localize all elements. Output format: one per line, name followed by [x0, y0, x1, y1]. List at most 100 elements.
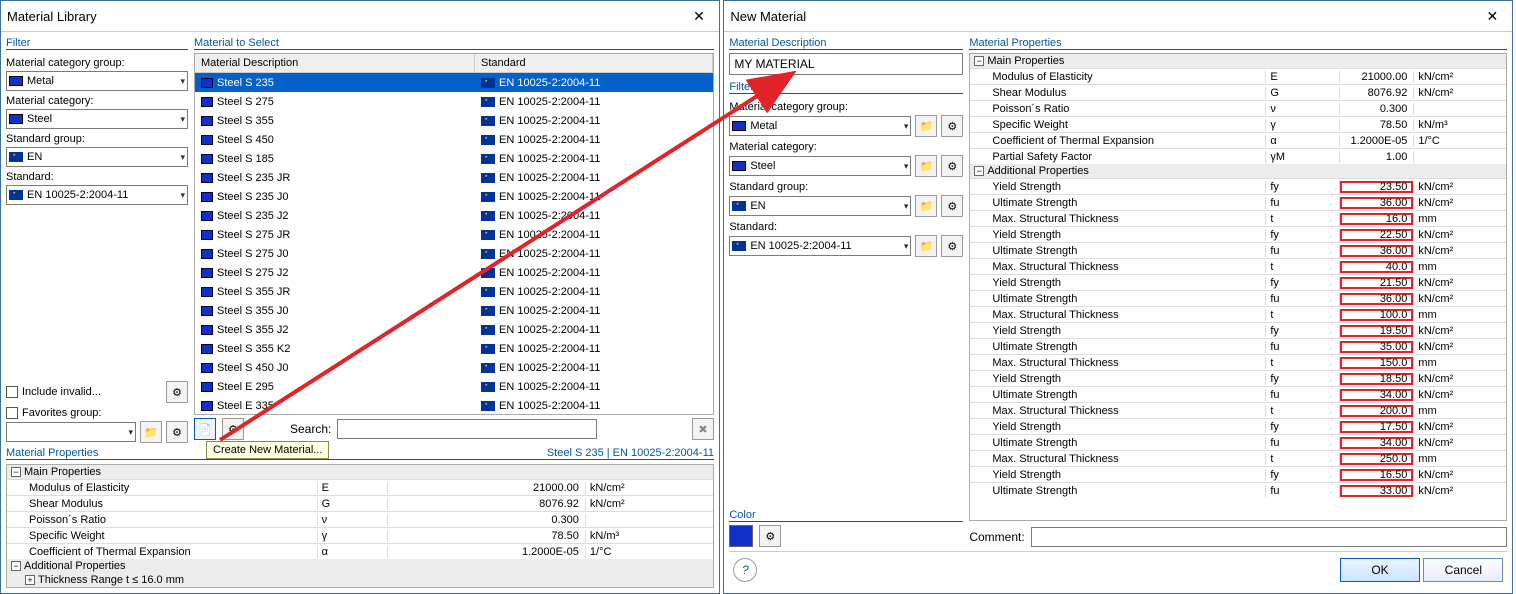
- table-row[interactable]: Steel E 295EN 10025-2:2004-11: [195, 377, 713, 396]
- help-icon[interactable]: ?: [733, 558, 757, 582]
- table-row[interactable]: Steel S 450EN 10025-2:2004-11: [195, 130, 713, 149]
- table-row[interactable]: Steel S 235 J2EN 10025-2:2004-11: [195, 206, 713, 225]
- comment-input[interactable]: [1031, 527, 1508, 547]
- table-row[interactable]: Steel S 355 JREN 10025-2:2004-11: [195, 282, 713, 301]
- material-library-dialog: Material Library ✕ Filter Material categ…: [0, 0, 720, 594]
- table-row[interactable]: Steel S 275 J2EN 10025-2:2004-11: [195, 263, 713, 282]
- cancel-button[interactable]: Cancel: [1423, 558, 1503, 582]
- property-row[interactable]: Poisson´s Ratioν0.300: [970, 100, 1506, 116]
- table-row[interactable]: Steel S 355EN 10025-2:2004-11: [195, 111, 713, 130]
- std-combo[interactable]: EN 10025-2:2004-11▾: [729, 236, 911, 256]
- property-row[interactable]: Max. Structural Thicknesst40.0mm: [970, 258, 1506, 274]
- cat-edit-icon[interactable]: ⚙: [941, 155, 963, 177]
- catgrp-combo[interactable]: Metal▾: [6, 71, 188, 91]
- property-row[interactable]: Max. Structural Thicknesst100.0mm: [970, 306, 1506, 322]
- property-row[interactable]: Ultimate Strengthfu33.00kN/cm²: [970, 482, 1506, 498]
- property-row[interactable]: Modulus of ElasticityE21000.00kN/cm²: [970, 68, 1506, 84]
- search-input[interactable]: [337, 419, 597, 439]
- invalid-opts-icon[interactable]: ⚙: [166, 381, 188, 403]
- table-row[interactable]: Steel S 275 JREN 10025-2:2004-11: [195, 225, 713, 244]
- description-input[interactable]: [729, 53, 963, 75]
- catgrp-edit-icon[interactable]: ⚙: [941, 115, 963, 137]
- create-new-material-icon[interactable]: 📄: [194, 418, 216, 440]
- col-std[interactable]: Standard: [475, 54, 713, 72]
- catgrp-combo[interactable]: Metal▾: [729, 116, 911, 136]
- edit-material-icon[interactable]: ⚙: [222, 418, 244, 440]
- property-row[interactable]: Ultimate Strengthfu36.00kN/cm²: [970, 290, 1506, 306]
- col-desc[interactable]: Material Description: [195, 54, 475, 72]
- property-row[interactable]: Yield Strengthfy17.50kN/cm²: [970, 418, 1506, 434]
- property-row[interactable]: Ultimate Strengthfu34.00kN/cm²: [970, 386, 1506, 402]
- stdgrp-new-icon[interactable]: 📁: [915, 195, 937, 217]
- property-row[interactable]: Specific Weightγ78.50kN/m³: [7, 527, 713, 543]
- filter-section-label: Filter: [729, 81, 963, 94]
- fav-edit-icon[interactable]: ⚙: [166, 421, 188, 443]
- table-row[interactable]: Steel S 450 J0EN 10025-2:2004-11: [195, 358, 713, 377]
- cat-combo[interactable]: Steel▾: [729, 156, 911, 176]
- stdgrp-edit-icon[interactable]: ⚙: [941, 195, 963, 217]
- property-row[interactable]: Ultimate Strengthfu36.00kN/cm²: [970, 194, 1506, 210]
- property-row[interactable]: Ultimate Strengthfu34.00kN/cm²: [970, 434, 1506, 450]
- table-row[interactable]: Steel S 275EN 10025-2:2004-11: [195, 92, 713, 111]
- main-props-group[interactable]: −Main Properties: [7, 465, 713, 479]
- std-new-icon[interactable]: 📁: [915, 235, 937, 257]
- property-row[interactable]: Yield Strengthfy21.50kN/cm²: [970, 274, 1506, 290]
- std-edit-icon[interactable]: ⚙: [941, 235, 963, 257]
- favorites-combo[interactable]: ▾: [6, 422, 136, 442]
- main-props-group[interactable]: −Main Properties: [970, 54, 1506, 68]
- comment-label: Comment:: [969, 530, 1024, 544]
- table-row[interactable]: Steel S 275 J0EN 10025-2:2004-11: [195, 244, 713, 263]
- table-row[interactable]: Steel S 355 J0EN 10025-2:2004-11: [195, 301, 713, 320]
- table-row[interactable]: Steel S 185EN 10025-2:2004-11: [195, 149, 713, 168]
- color-section-label: Color: [729, 509, 963, 522]
- ok-button[interactable]: OK: [1340, 558, 1420, 582]
- property-row[interactable]: Yield Strengthfy23.50kN/cm²: [970, 178, 1506, 194]
- titlebar: Material Library ✕: [1, 1, 719, 32]
- cat-new-icon[interactable]: 📁: [915, 155, 937, 177]
- property-row[interactable]: Coefficient of Thermal Expansionα1.2000E…: [970, 132, 1506, 148]
- property-row[interactable]: Ultimate Strengthfu35.00kN/cm²: [970, 338, 1506, 354]
- stdgrp-combo[interactable]: EN▾: [729, 196, 911, 216]
- table-row[interactable]: Steel S 235 J0EN 10025-2:2004-11: [195, 187, 713, 206]
- catgrp-new-icon[interactable]: 📁: [915, 115, 937, 137]
- property-row[interactable]: Max. Structural Thicknesst200.0mm: [970, 402, 1506, 418]
- property-row[interactable]: Yield Strengthfy18.50kN/cm²: [970, 370, 1506, 386]
- favorites-check[interactable]: Favorites group:: [6, 407, 188, 419]
- catgrp-label: Material category group:: [6, 57, 188, 69]
- property-row[interactable]: Ultimate Strengthfu36.00kN/cm²: [970, 242, 1506, 258]
- table-row[interactable]: Steel S 235EN 10025-2:2004-11: [195, 73, 713, 92]
- property-row[interactable]: Modulus of ElasticityE21000.00kN/cm²: [7, 479, 713, 495]
- delete-icon[interactable]: ✖: [692, 418, 714, 440]
- cat-combo[interactable]: Steel▾: [6, 109, 188, 129]
- table-row[interactable]: Steel E 335EN 10025-2:2004-11: [195, 396, 713, 414]
- table-row[interactable]: Steel S 355 J2EN 10025-2:2004-11: [195, 320, 713, 339]
- property-row[interactable]: Partial Safety FactorγM1.00: [970, 148, 1506, 164]
- properties-grid: −Main Properties Modulus of ElasticityE2…: [969, 53, 1507, 521]
- include-invalid-check[interactable]: Include invalid...⚙: [6, 381, 188, 403]
- selected-material-info: Steel S 235 | EN 10025-2:2004-11: [547, 447, 714, 459]
- close-icon[interactable]: ✕: [1478, 5, 1506, 27]
- property-row[interactable]: Shear ModulusG8076.92kN/cm²: [7, 495, 713, 511]
- property-row[interactable]: Max. Structural Thicknesst150.0mm: [970, 354, 1506, 370]
- addl-props-group[interactable]: −Additional Properties: [970, 164, 1506, 178]
- stdgrp-combo[interactable]: EN▾: [6, 147, 188, 167]
- addl-props-group[interactable]: −Additional Properties: [7, 559, 713, 573]
- thickness-group[interactable]: +Thickness Range t ≤ 16.0 mm: [7, 573, 713, 587]
- property-row[interactable]: Poisson´s Ratioν0.300: [7, 511, 713, 527]
- table-row[interactable]: Steel S 235 JREN 10025-2:2004-11: [195, 168, 713, 187]
- property-row[interactable]: Max. Structural Thicknesst16.0mm: [970, 210, 1506, 226]
- color-edit-icon[interactable]: ⚙: [759, 525, 781, 547]
- property-row[interactable]: Shear ModulusG8076.92kN/cm²: [970, 84, 1506, 100]
- property-row[interactable]: Yield Strengthfy16.50kN/cm²: [970, 466, 1506, 482]
- stdgrp-label: Standard group:: [729, 181, 963, 193]
- fav-new-icon[interactable]: 📁: [140, 421, 162, 443]
- property-row[interactable]: Yield Strengthfy22.50kN/cm²: [970, 226, 1506, 242]
- property-row[interactable]: Yield Strengthfy19.50kN/cm²: [970, 322, 1506, 338]
- close-icon[interactable]: ✕: [685, 5, 713, 27]
- property-row[interactable]: Specific Weightγ78.50kN/m³: [970, 116, 1506, 132]
- std-combo[interactable]: EN 10025-2:2004-11▾: [6, 185, 188, 205]
- property-row[interactable]: Coefficient of Thermal Expansionα1.2000E…: [7, 543, 713, 559]
- color-swatch[interactable]: [729, 525, 753, 547]
- property-row[interactable]: Max. Structural Thicknesst250.0mm: [970, 450, 1506, 466]
- table-row[interactable]: Steel S 355 K2EN 10025-2:2004-11: [195, 339, 713, 358]
